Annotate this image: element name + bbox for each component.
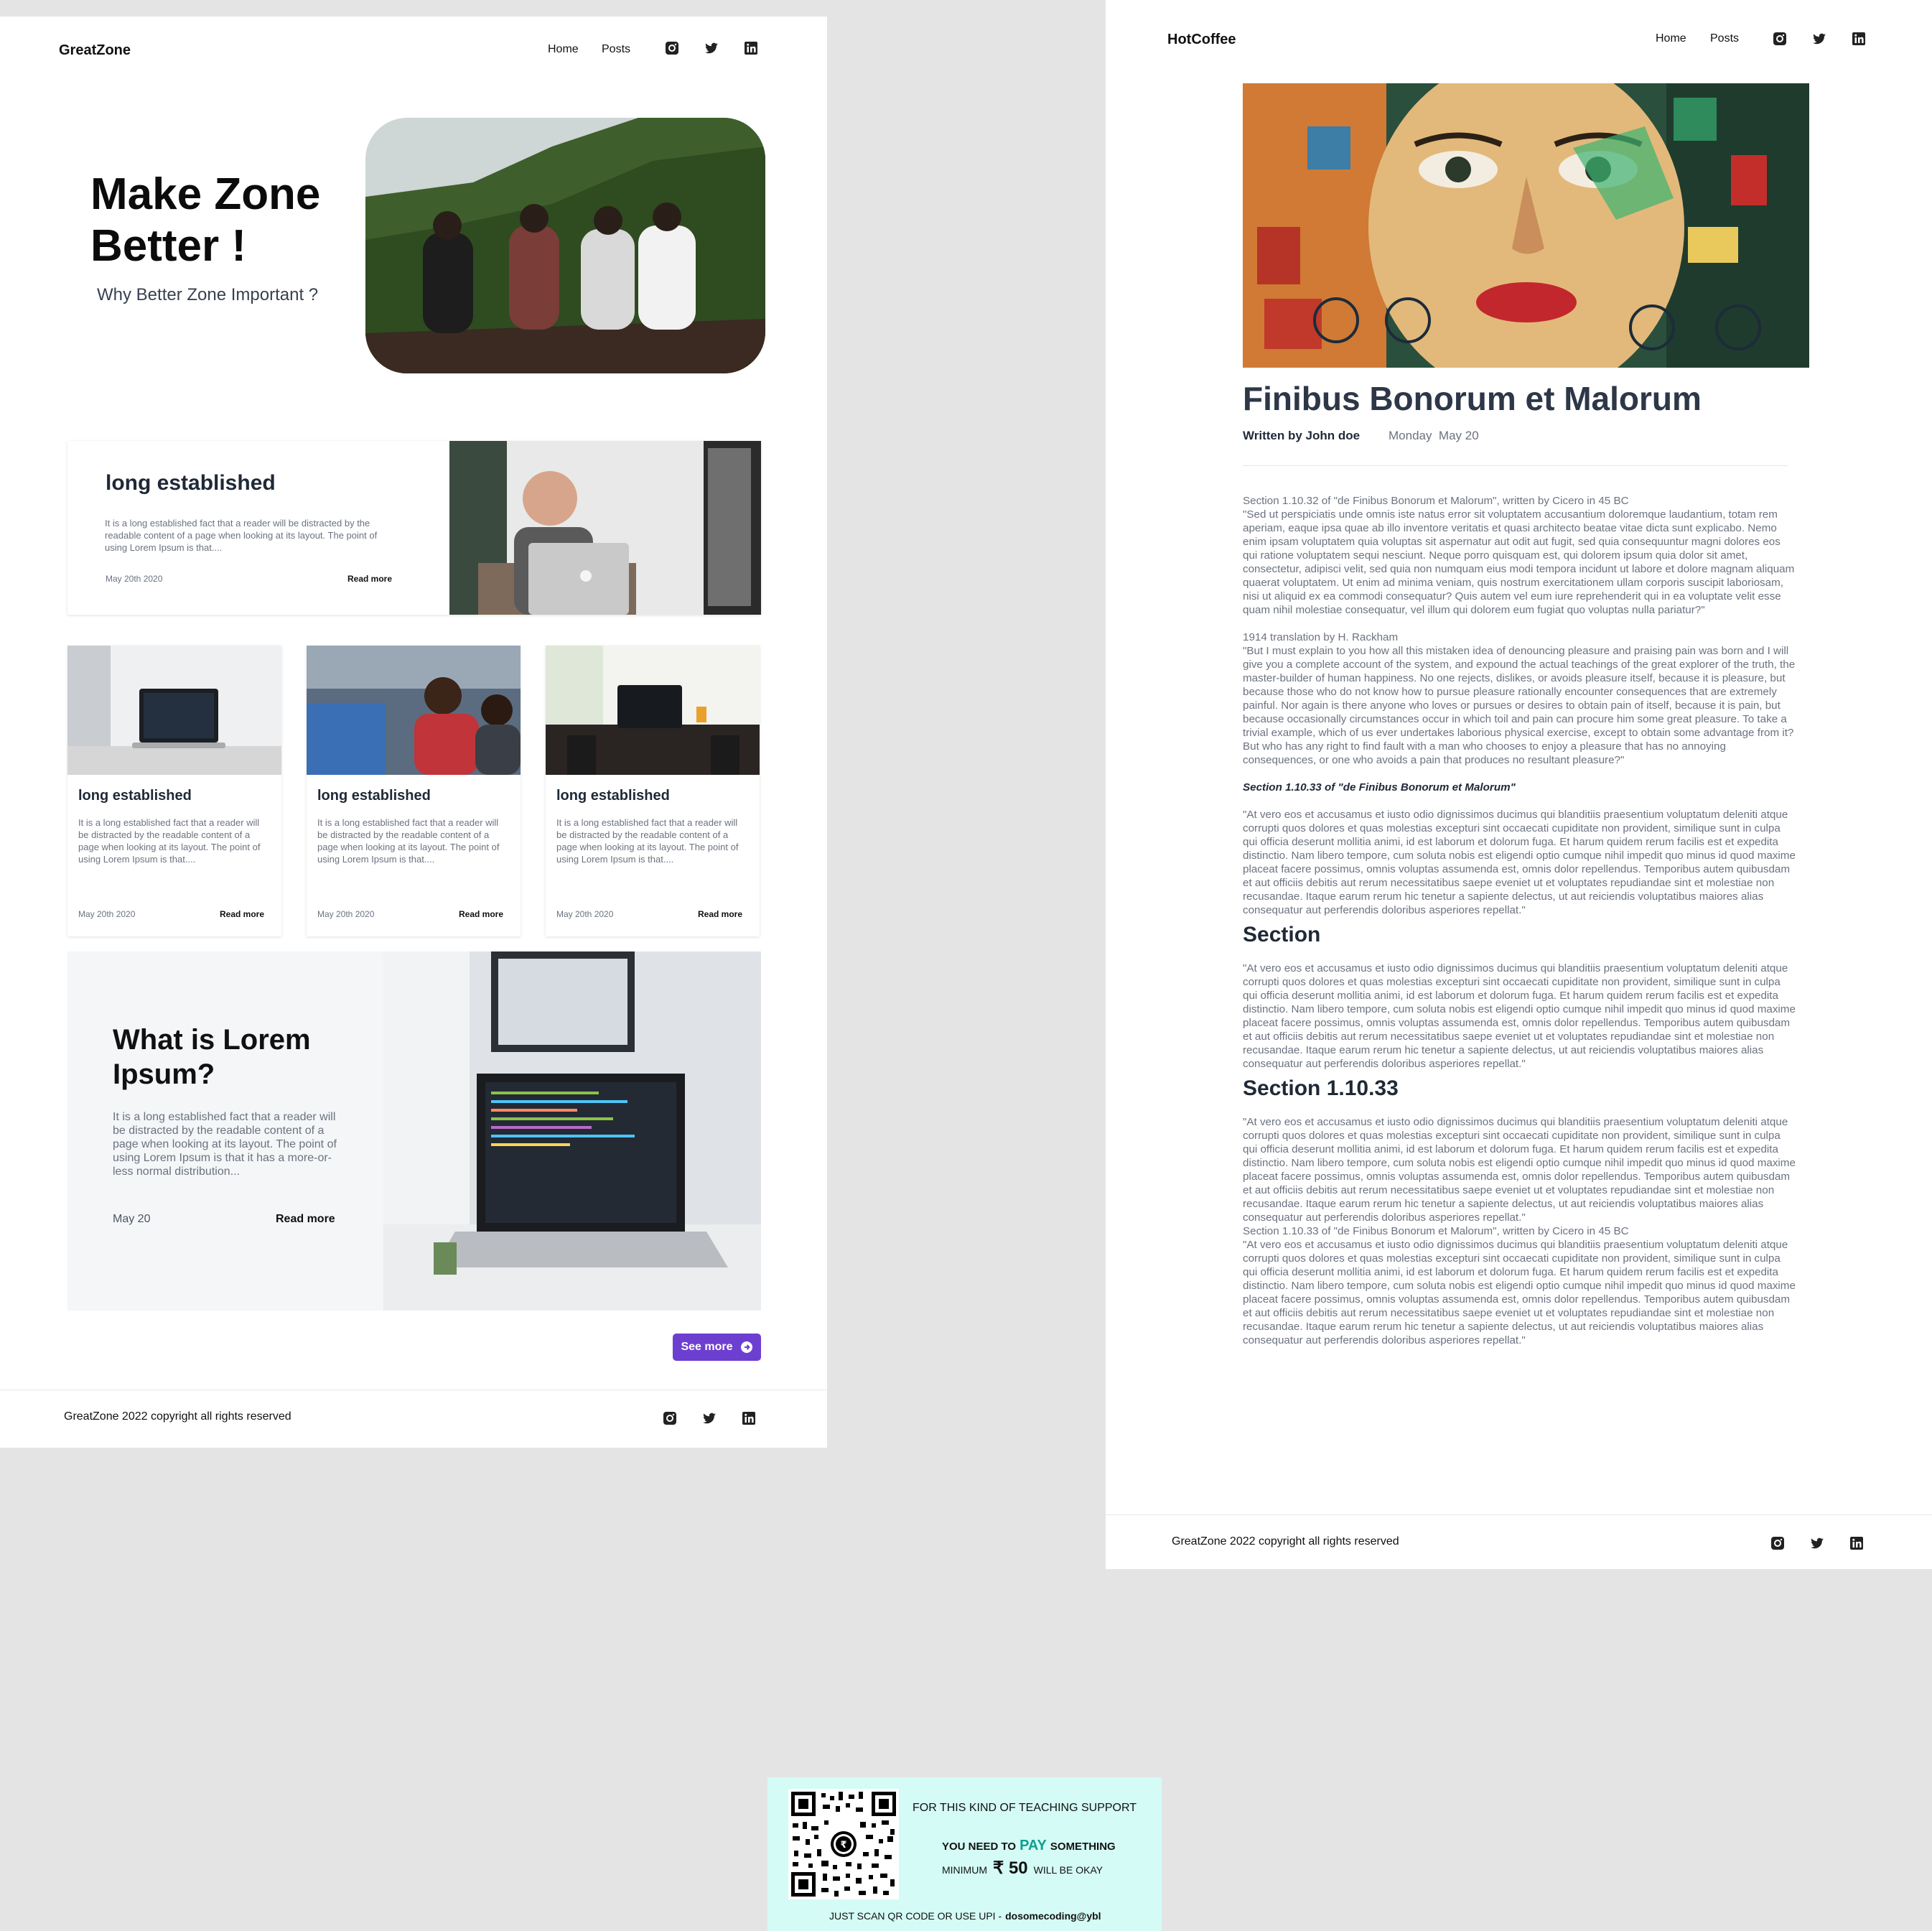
article-p6: "At vero eos et accusamus et iusto odio … — [1243, 1239, 1796, 1346]
article-author: Written by John doe — [1243, 429, 1361, 442]
footer-linkedin-icon[interactable] — [741, 1410, 757, 1426]
article-section-heading: Section — [1243, 923, 1321, 946]
greatzone-page: GreatZone Home Posts Make Zone Better ! … — [0, 17, 827, 1448]
lorem-title-line2[interactable]: Ipsum? — [113, 1057, 215, 1092]
instagram-icon[interactable] — [664, 40, 680, 56]
article-p1: "Sed ut perspiciatis unde omnis iste nat… — [1243, 508, 1795, 616]
post-card-2-read-more[interactable]: Read more — [459, 909, 503, 919]
lorem-feature-block[interactable]: What is Lorem Ipsum? It is a long establ… — [67, 951, 761, 1311]
post-card-1[interactable]: long established It is a long establishe… — [67, 646, 281, 936]
footer-instagram-icon[interactable] — [662, 1410, 678, 1426]
article-body: Section 1.10.32 of "de Finibus Bonorum e… — [1243, 494, 1796, 1347]
featured-post-image-man-laptop — [449, 441, 761, 615]
nav-home[interactable]: Home — [548, 43, 579, 56]
article-p6-heading: Section 1.10.33 of "de Finibus Bonorum e… — [1243, 1225, 1629, 1237]
footer-twitter-icon[interactable] — [701, 1410, 717, 1426]
pay-line-4: JUST SCAN QR CODE OR USE UPI - dosomecod… — [829, 1910, 1101, 1922]
twitter-icon[interactable] — [704, 40, 719, 56]
linkedin-icon[interactable] — [1851, 31, 1867, 47]
pay-line-2-a: YOU NEED TO — [942, 1841, 1017, 1853]
article-hero-image-mural — [1243, 83, 1809, 368]
brand-logo[interactable]: GreatZone — [59, 42, 131, 59]
featured-post-excerpt: It is a long established fact that a rea… — [105, 518, 378, 553]
article-italic-heading: Section 1.10.33 of "de Finibus Bonorum e… — [1243, 781, 1516, 794]
article-p3: "At vero eos et accusamus et iusto odio … — [1243, 809, 1796, 916]
article-p5: "At vero eos et accusamus et iusto odio … — [1243, 1116, 1796, 1224]
footer-copyright: GreatZone 2022 copyright all rights rese… — [64, 1410, 291, 1423]
linkedin-icon[interactable] — [743, 40, 759, 56]
post-card-3-title[interactable]: long established — [556, 788, 670, 804]
post-card-1-excerpt: It is a long established fact that a rea… — [78, 817, 261, 865]
pay-line-3-b: WILL BE OKAY — [1033, 1864, 1103, 1876]
pay-line-3-a: MINIMUM — [942, 1864, 987, 1876]
pay-line-4-a: JUST SCAN QR CODE OR USE UPI - — [829, 1910, 1002, 1922]
post-card-3-read-more[interactable]: Read more — [698, 909, 742, 919]
post-card-3-date: May 20th 2020 — [556, 909, 614, 919]
featured-post-title[interactable]: long established — [106, 471, 276, 495]
post-card-2-image-people-coding — [307, 646, 521, 775]
article-section-heading-2: Section 1.10.33 — [1243, 1076, 1399, 1100]
lorem-read-more-link[interactable]: Read more — [276, 1213, 335, 1226]
lorem-image-laptop-code — [383, 951, 761, 1311]
nav-home[interactable]: Home — [1656, 32, 1686, 45]
article-title: Finibus Bonorum et Malorum — [1243, 380, 1702, 417]
featured-post-card[interactable]: long established It is a long establishe… — [67, 441, 761, 615]
hero-subtitle: Why Better Zone Important ? — [97, 285, 319, 304]
article-p1-heading: Section 1.10.32 of "de Finibus Bonorum e… — [1243, 495, 1629, 507]
pay-highlight: PAY — [1019, 1838, 1047, 1853]
twitter-icon[interactable] — [1811, 31, 1827, 47]
nav-posts[interactable]: Posts — [602, 43, 630, 56]
nav-posts-link[interactable]: Posts — [602, 43, 630, 55]
arrow-right-circle-icon — [740, 1341, 753, 1354]
footer-linkedin-icon[interactable] — [1849, 1535, 1865, 1551]
post-card-1-read-more[interactable]: Read more — [220, 909, 264, 919]
hero-title-line2: Better ! — [90, 221, 247, 271]
footer-twitter-icon[interactable] — [1809, 1535, 1825, 1551]
nav-posts-link[interactable]: Posts — [1710, 32, 1739, 45]
upi-id[interactable]: dosomecoding@ybl — [1005, 1910, 1101, 1922]
instagram-icon[interactable] — [1772, 31, 1788, 47]
hotcoffee-article-page: HotCoffee Home Posts Finibus Bonorum et … — [1106, 0, 1932, 1569]
article-date: Monday May 20 — [1389, 429, 1479, 442]
featured-read-more-link[interactable]: Read more — [347, 574, 392, 584]
post-card-2-date: May 20th 2020 — [317, 909, 375, 919]
article-divider — [1243, 465, 1788, 466]
article-p4: "At vero eos et accusamus et iusto odio … — [1243, 962, 1796, 1070]
upi-qr-code[interactable]: ₹ — [788, 1789, 899, 1899]
pay-line-3: MINIMUM ₹ 50 WILL BE OKAY — [942, 1858, 1103, 1879]
nav-posts[interactable]: Posts — [1710, 32, 1739, 45]
footer-instagram-icon[interactable] — [1770, 1535, 1786, 1551]
article-p2-heading: 1914 translation by H. Rackham — [1243, 631, 1399, 643]
footer-copyright: GreatZone 2022 copyright all rights rese… — [1172, 1535, 1399, 1548]
nav-home-link[interactable]: Home — [1656, 32, 1686, 45]
post-card-2-excerpt: It is a long established fact that a rea… — [317, 817, 500, 865]
see-more-label: See more — [681, 1341, 733, 1353]
lorem-date: May 20 — [113, 1213, 151, 1225]
see-more-button[interactable]: See more — [673, 1334, 761, 1361]
post-card-2[interactable]: long established It is a long establishe… — [307, 646, 521, 936]
post-card-3-excerpt: It is a long established fact that a rea… — [556, 817, 739, 865]
post-card-3[interactable]: long established It is a long establishe… — [546, 646, 760, 936]
post-card-2-title[interactable]: long established — [317, 788, 431, 804]
pay-line-1: FOR THIS KIND OF TEACHING SUPPORT — [913, 1802, 1137, 1814]
featured-post-date: May 20th 2020 — [106, 574, 163, 584]
post-card-1-title[interactable]: long established — [78, 788, 192, 804]
article-p2: "But I must explain to you how all this … — [1243, 645, 1796, 766]
lorem-excerpt: It is a long established fact that a rea… — [113, 1111, 337, 1178]
support-payment-box: ₹ FOR THIS KIND OF TEACHING SUPPORT YOU … — [767, 1777, 1162, 1931]
hero-image-friends-on-hill — [365, 118, 765, 373]
brand-logo[interactable]: HotCoffee — [1167, 32, 1236, 48]
post-card-1-image-laptop-desk — [67, 646, 281, 775]
pay-line-2: YOU NEED TO PAY SOMETHING — [942, 1838, 1116, 1854]
pay-amount: ₹ 50 — [993, 1858, 1028, 1878]
post-card-1-date: May 20th 2020 — [78, 909, 136, 919]
lorem-title-line1[interactable]: What is Lorem — [113, 1023, 311, 1057]
footer-divider — [1106, 1514, 1932, 1515]
svg-text:₹: ₹ — [840, 1840, 846, 1851]
nav-home-link[interactable]: Home — [548, 43, 579, 55]
post-card-3-image-cafe-laptop — [546, 646, 760, 775]
pay-line-2-b: SOMETHING — [1050, 1841, 1116, 1853]
hero-title-line1: Make Zone — [90, 169, 321, 219]
